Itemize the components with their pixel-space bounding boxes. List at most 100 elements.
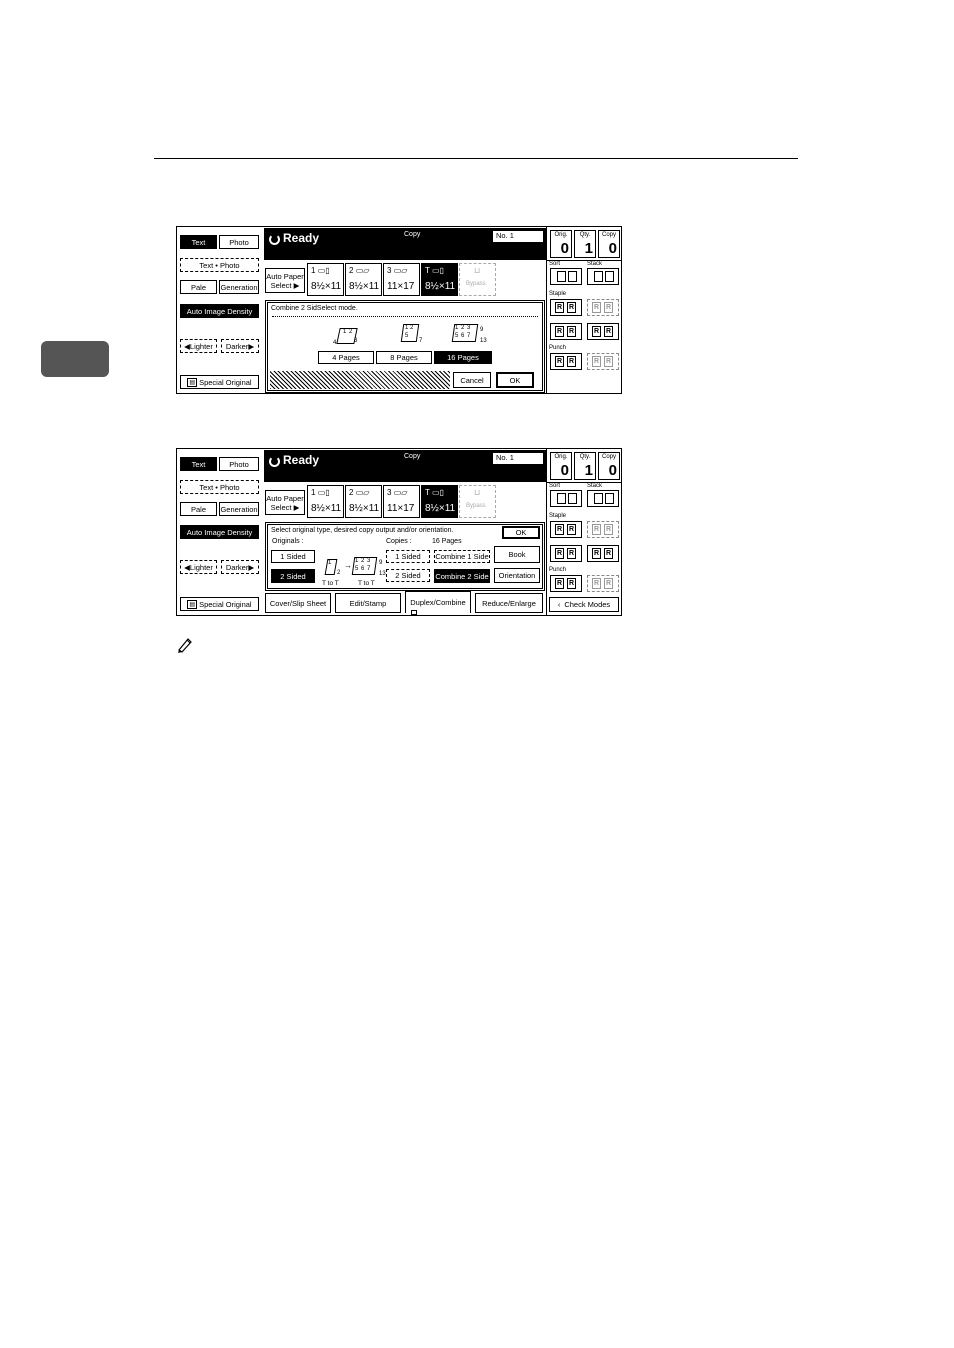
function-tabs: Cover/Slip Sheet Edit/Stamp Duplex/Combi… bbox=[265, 591, 545, 615]
bypass-tray-button[interactable]: ⊔ Bypass bbox=[459, 485, 496, 518]
book-button[interactable]: Book bbox=[494, 546, 540, 563]
photo-mode-button[interactable]: Photo bbox=[219, 457, 259, 471]
staple-label: Staple bbox=[549, 291, 567, 297]
punch-top-button[interactable]: RR bbox=[587, 575, 619, 592]
tray-2-button[interactable]: 2 ▭▱ 8½×11 bbox=[345, 485, 382, 518]
orientation-button[interactable]: Orientation bbox=[494, 568, 540, 583]
pale-mode-button[interactable]: Pale bbox=[180, 280, 217, 294]
ready-icon bbox=[269, 234, 280, 245]
eight-pages-button[interactable]: 8 Pages bbox=[376, 351, 432, 364]
punch-left-button[interactable]: RR bbox=[550, 575, 582, 592]
staple-double-top-button[interactable]: RR bbox=[587, 545, 619, 562]
bypass-tray-button[interactable]: ⊔ Bypass bbox=[459, 263, 496, 296]
special-original-button[interactable]: ▤ Special Original bbox=[180, 597, 259, 611]
tray-2-button[interactable]: 2 ▭▱ 8½×11 bbox=[345, 263, 382, 296]
tab-cover-slip-sheet[interactable]: Cover/Slip Sheet bbox=[265, 593, 331, 613]
ready-icon bbox=[269, 456, 280, 467]
generation-mode-button[interactable]: Generation bbox=[219, 502, 259, 516]
copier-panel-duplex-combine: Text Photo Text • Photo Pale Generation … bbox=[176, 448, 622, 616]
text-mode-button[interactable]: Text bbox=[180, 235, 217, 249]
punch-label: Punch bbox=[549, 567, 567, 573]
originals-1-sided-button[interactable]: 1 Sided bbox=[271, 550, 315, 563]
tab-reduce-enlarge[interactable]: Reduce/Enlarge bbox=[475, 593, 543, 613]
tray-icon: ▭▱ bbox=[393, 266, 408, 275]
counter-label: Orig. bbox=[554, 454, 568, 460]
originals-2-sided-button[interactable]: 2 Sided bbox=[271, 569, 315, 583]
staple-page-icon: R bbox=[555, 302, 564, 313]
tray-icon: ▭▯ bbox=[317, 266, 330, 275]
punch-label: Punch bbox=[549, 345, 567, 351]
photo-mode-button[interactable]: Photo bbox=[219, 235, 259, 249]
darker-button[interactable]: Darker ▶ bbox=[221, 339, 259, 353]
cancel-button[interactable]: Cancel bbox=[453, 372, 491, 388]
tray-size: 8½×11 bbox=[349, 503, 380, 514]
combine-2-side-button[interactable]: Combine 2 Side bbox=[434, 569, 490, 583]
copies-2-sided-button[interactable]: 2 Sided bbox=[386, 569, 430, 582]
sixteen-pages-button[interactable]: 16 Pages bbox=[434, 351, 492, 364]
ok-button[interactable]: OK bbox=[502, 526, 540, 539]
tray-1-button[interactable]: 1 ▭▯ 8½×11 bbox=[307, 485, 344, 518]
tray-3-button[interactable]: 3 ▭▱ 11×17 bbox=[383, 263, 420, 296]
tray-1-button[interactable]: 1 ▭▯ 8½×11 bbox=[307, 263, 344, 296]
lighter-button[interactable]: ◀ Lighter bbox=[180, 560, 217, 574]
stack-button[interactable] bbox=[587, 268, 619, 285]
thumb-number: 5 bbox=[355, 566, 359, 572]
staple-top-right-button[interactable]: RR bbox=[587, 521, 619, 538]
original-page-thumbnail: 1 2 bbox=[323, 557, 343, 579]
copies-1-sided-button[interactable]: 1 Sided bbox=[386, 550, 430, 563]
thumb-number: 13 bbox=[480, 338, 487, 344]
staple-double-top-button[interactable]: RR bbox=[587, 323, 619, 340]
thumb-number: 4 bbox=[333, 340, 337, 346]
staple-page-icon: R bbox=[567, 524, 576, 535]
staple-top-left-button[interactable]: RR bbox=[550, 521, 582, 538]
thumb-number: 6 bbox=[461, 333, 465, 339]
mode-label: Copy bbox=[404, 453, 421, 460]
auto-paper-select-button[interactable]: Auto Paper Select ▶ bbox=[265, 268, 305, 293]
thumb-number: 7 bbox=[367, 566, 371, 572]
special-original-button[interactable]: ▤ Special Original bbox=[180, 375, 259, 389]
auto-image-density-button[interactable]: Auto Image Density bbox=[180, 525, 259, 539]
thumb-number: 3 bbox=[354, 338, 358, 344]
combine-select-dialog: Combine 2 SidSelect mode. 1 2 3 4 1 2 5 … bbox=[265, 300, 545, 393]
four-pages-button[interactable]: 4 Pages bbox=[318, 351, 374, 364]
sort-button[interactable] bbox=[550, 268, 582, 285]
staple-double-left-button[interactable]: RR bbox=[550, 323, 582, 340]
ready-status: Ready bbox=[283, 453, 320, 467]
staple-double-left-button[interactable]: RR bbox=[550, 545, 582, 562]
orientation-label: T to T bbox=[322, 580, 339, 587]
check-modes-button[interactable]: ‹ Check Modes bbox=[549, 597, 619, 612]
ok-button[interactable]: OK bbox=[496, 372, 534, 388]
punch-top-button[interactable]: RR bbox=[587, 353, 619, 370]
generation-mode-button[interactable]: Generation bbox=[219, 280, 259, 294]
punch-page-icon: R bbox=[555, 356, 564, 367]
staple-top-right-button[interactable]: RR bbox=[587, 299, 619, 316]
sort-button[interactable] bbox=[550, 490, 582, 507]
thumb-number: 7 bbox=[467, 333, 471, 339]
sort-label: Sort bbox=[549, 483, 561, 489]
tray-t-button[interactable]: T ▭▯ 8½×11 bbox=[421, 485, 458, 518]
punch-left-button[interactable]: RR bbox=[550, 353, 582, 370]
mode-label: Copy bbox=[404, 231, 421, 238]
combine-1-side-button[interactable]: Combine 1 Side bbox=[434, 550, 490, 563]
tray-t-button[interactable]: T ▭▯ 8½×11 bbox=[421, 263, 458, 296]
job-number: No. 1 bbox=[493, 453, 543, 464]
text-photo-mode-button[interactable]: Text • Photo bbox=[180, 480, 259, 494]
dialog-message: Combine 2 SidSelect mode. bbox=[271, 305, 358, 312]
lighter-label: Lighter bbox=[189, 562, 213, 572]
pale-mode-button[interactable]: Pale bbox=[180, 502, 217, 516]
lighter-button[interactable]: ◀ Lighter bbox=[180, 339, 217, 353]
staple-top-left-button[interactable]: RR bbox=[550, 299, 582, 316]
tray-3-button[interactable]: 3 ▭▱ 11×17 bbox=[383, 485, 420, 518]
darker-button[interactable]: Darker ▶ bbox=[221, 560, 259, 574]
stack-button[interactable] bbox=[587, 490, 619, 507]
text-photo-mode-button[interactable]: Text • Photo bbox=[180, 258, 259, 272]
copies-value: 16 Pages bbox=[432, 538, 462, 545]
auto-image-density-button[interactable]: Auto Image Density bbox=[180, 304, 259, 318]
thumb-number: 2 bbox=[337, 570, 341, 576]
punch-page-icon: R bbox=[592, 578, 601, 589]
special-original-icon: ▤ bbox=[187, 599, 198, 609]
originals-counter: Orig. 0 bbox=[550, 230, 572, 258]
tab-edit-stamp[interactable]: Edit/Stamp bbox=[335, 593, 401, 613]
auto-paper-select-button[interactable]: Auto Paper Select ▶ bbox=[265, 490, 305, 515]
text-mode-button[interactable]: Text bbox=[180, 457, 217, 471]
